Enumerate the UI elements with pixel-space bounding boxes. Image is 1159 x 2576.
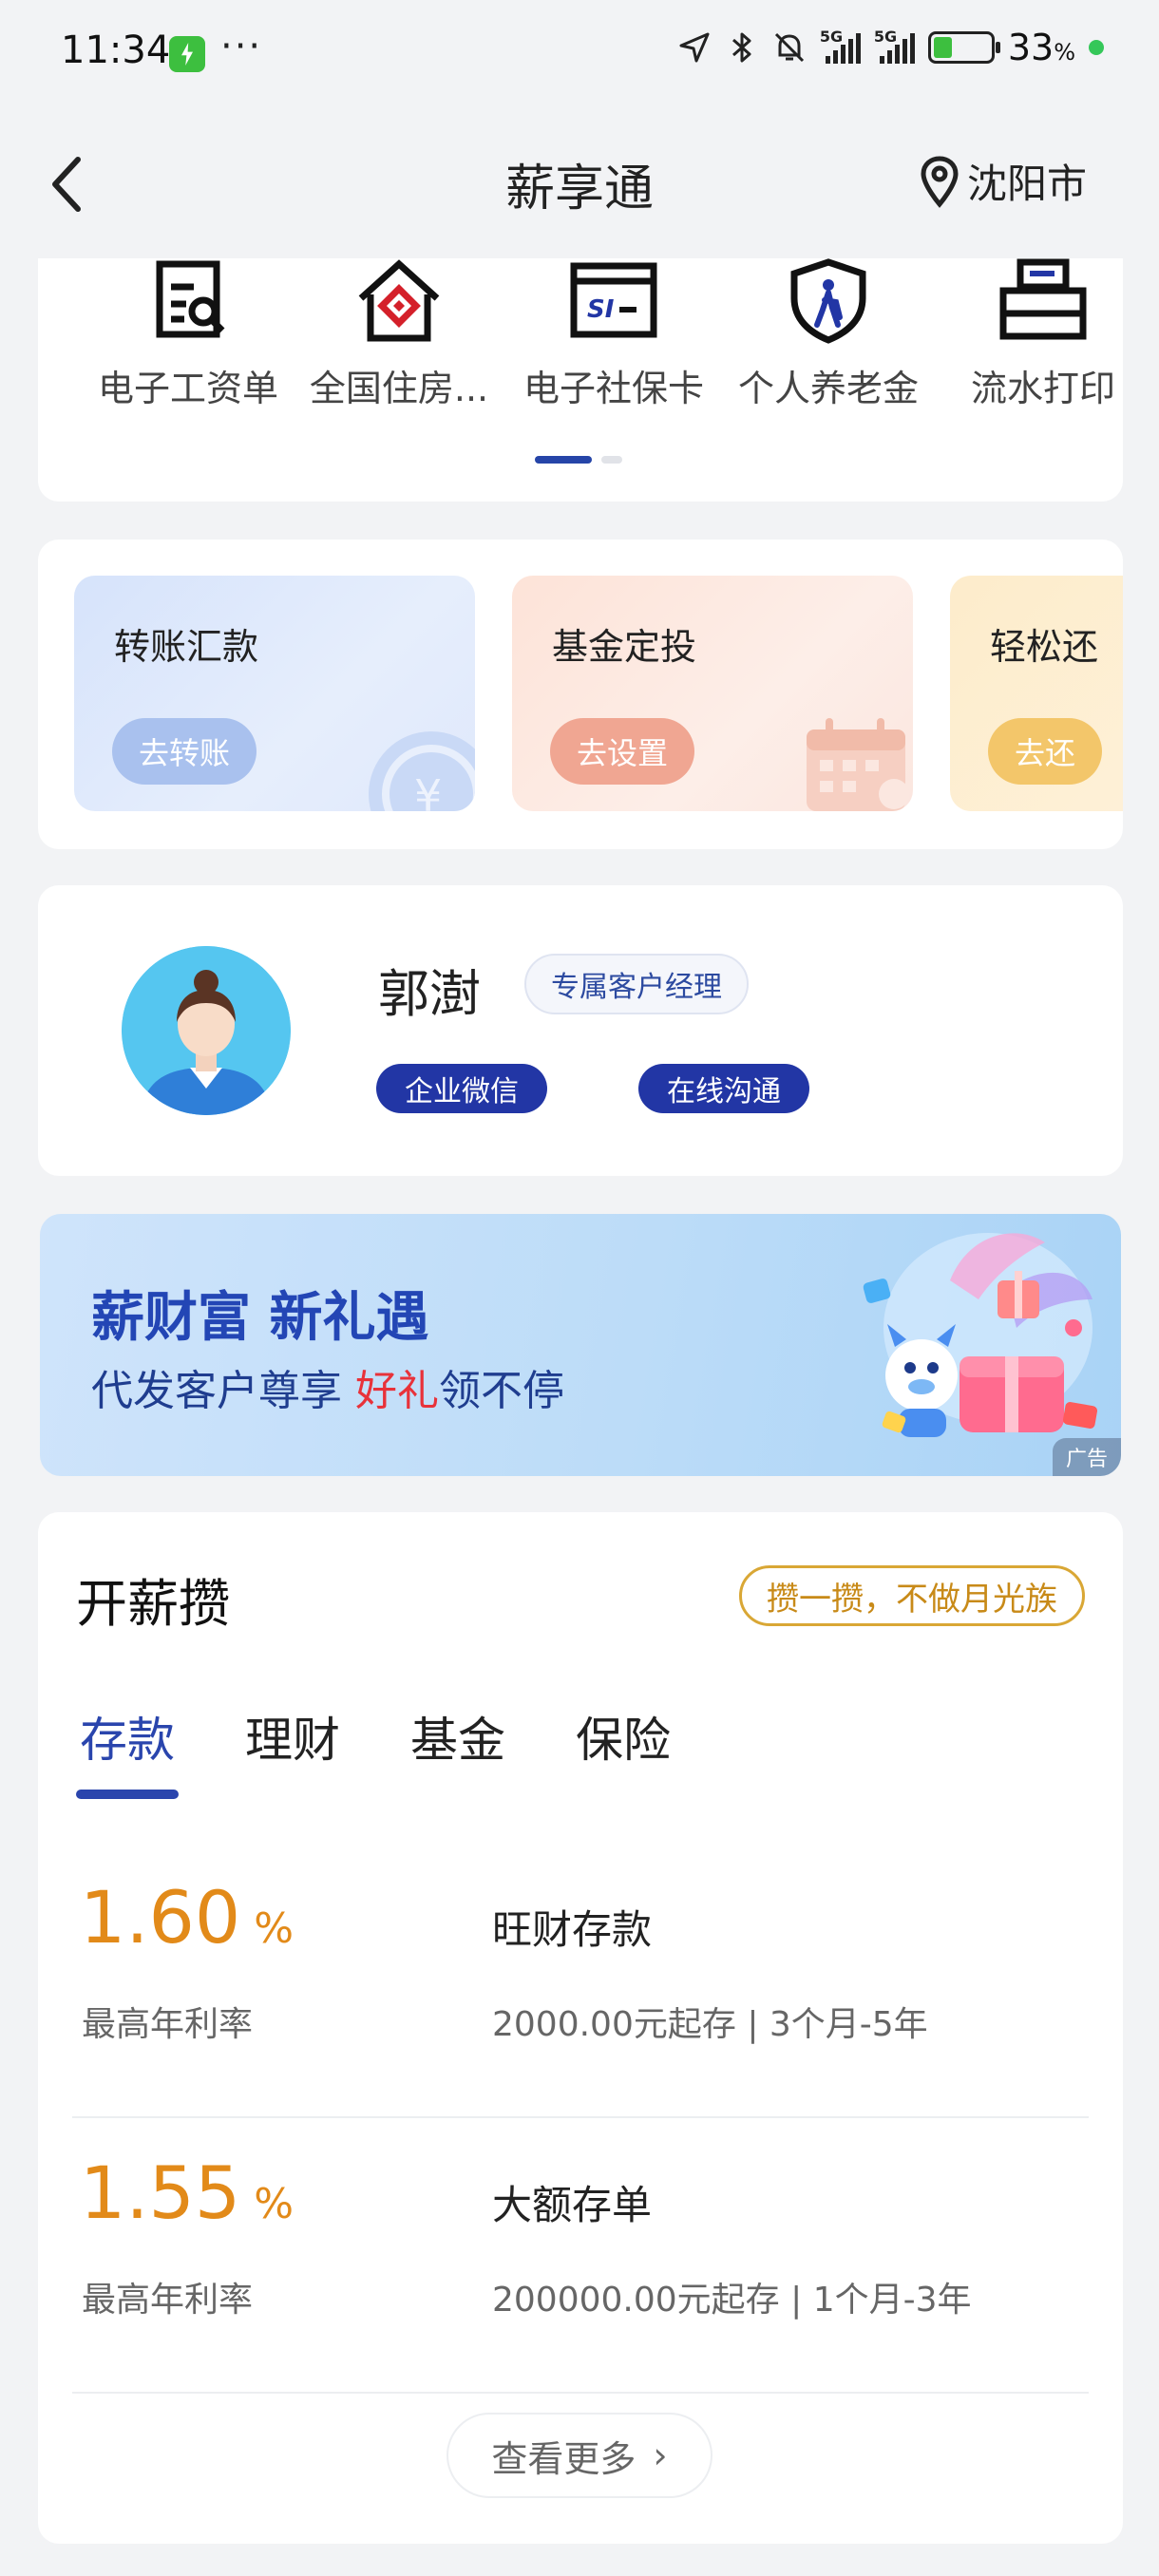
- status-icons: 5G 5G 33%: [677, 27, 1104, 68]
- product-description: 2000.00元起存 | 3个月-5年: [492, 2005, 928, 2044]
- avatar: [122, 946, 291, 1115]
- quick-actions-card: 转账汇款 去转账 ¥ 基金定投 去设置 轻松还 去还: [38, 540, 1123, 849]
- service-statement-print[interactable]: 流水打印: [939, 258, 1123, 411]
- account-manager-card: 郭澍 专属客户经理 企业微信 在线沟通: [38, 885, 1123, 1176]
- service-payslip[interactable]: 电子工资单: [84, 258, 293, 411]
- product-rate-label: 最高年利率: [82, 2005, 254, 2044]
- pager-dot: [601, 456, 622, 464]
- service-label: 流水打印: [970, 368, 1115, 409]
- service-label: 个人养老金: [737, 368, 919, 409]
- product-rate-label: 最高年利率: [82, 2281, 254, 2320]
- quick-tile-fund-plan[interactable]: 基金定投 去设置: [512, 576, 913, 811]
- product-rate: 1.60%: [80, 1875, 294, 1960]
- manager-role-badge: 专属客户经理: [524, 954, 749, 1014]
- quick-actions-scroller[interactable]: 转账汇款 去转账 ¥ 基金定投 去设置 轻松还 去还: [74, 576, 1123, 811]
- tab-fund[interactable]: 基金: [410, 1702, 505, 1771]
- quick-tile-title: 轻松还: [990, 626, 1099, 668]
- ad-label: 广告: [1052, 1438, 1121, 1476]
- online-chat-button[interactable]: 在线沟通: [638, 1064, 809, 1113]
- product-row[interactable]: 1.55% 最高年利率 大额存单 200000.00元起存 | 1个月-3年: [72, 2139, 1089, 2394]
- housing-fund-icon: [358, 259, 440, 342]
- status-overflow: ···: [220, 25, 263, 68]
- pager-dot-active: [535, 456, 592, 464]
- services-pager: [535, 456, 622, 464]
- tab-deposit[interactable]: 存款: [76, 1702, 179, 1799]
- svg-text:¥: ¥: [414, 770, 442, 811]
- map-pin-icon: [921, 155, 959, 208]
- svg-text:SI: SI: [587, 295, 615, 324]
- view-more-button[interactable]: 查看更多 ›: [446, 2413, 712, 2498]
- product-name: 大额存单: [492, 2182, 653, 2228]
- signal-icon: 5G: [874, 28, 915, 64]
- city-name: 沈阳市: [966, 161, 1087, 207]
- chevron-right-icon: ›: [653, 2434, 668, 2476]
- savings-card: 开薪攒 攒一攒，不做月光族 存款 理财 基金 保险 1.60% 最高年利率 旺财…: [38, 1512, 1123, 2544]
- product-name: 旺财存款: [492, 1906, 653, 1953]
- enterprise-wechat-button[interactable]: 企业微信: [376, 1064, 547, 1113]
- quick-tile-transfer[interactable]: 转账汇款 去转账 ¥: [74, 576, 475, 811]
- privacy-indicator-dot: [1089, 40, 1104, 55]
- signal-icon: 5G: [820, 28, 861, 64]
- go-repay-button[interactable]: 去还: [988, 718, 1103, 785]
- view-more-label: 查看更多: [491, 2437, 636, 2480]
- service-label: 全国住房...: [309, 368, 489, 409]
- charging-app-icon: [169, 36, 205, 72]
- services-row: 电子工资单 全国住房... SI 电子社保卡 个人养老金 流水打印: [38, 258, 1123, 420]
- banner-title: 薪财富 新礼遇: [91, 1287, 429, 1349]
- pension-shield-icon: [790, 258, 866, 344]
- slogan-badge: 攒一攒，不做月光族: [739, 1565, 1085, 1626]
- battery-fill: [933, 37, 952, 58]
- product-row[interactable]: 1.60% 最高年利率 旺财存款 2000.00元起存 | 3个月-5年: [72, 1864, 1089, 2118]
- tab-insurance[interactable]: 保险: [576, 1702, 671, 1771]
- calendar-icon: [807, 718, 909, 811]
- service-label: 电子社保卡: [522, 368, 704, 409]
- banner-subtitle: 代发客户尊享 好礼领不停: [91, 1367, 564, 1415]
- product-tabs: 存款 理财 基金 保险: [76, 1702, 741, 1799]
- yuan-coin-icon: ¥: [369, 731, 475, 811]
- city-selector[interactable]: 沈阳市: [918, 152, 1087, 210]
- go-transfer-button[interactable]: 去转账: [112, 718, 257, 785]
- payslip-icon: [156, 260, 225, 338]
- product-description: 200000.00元起存 | 1个月-3年: [492, 2281, 972, 2320]
- social-security-card-icon: SI: [570, 262, 657, 338]
- mute-bell-icon: [774, 32, 804, 63]
- quick-tile-repay[interactable]: 轻松还 去还: [950, 576, 1123, 811]
- battery-percent: 33%: [1007, 27, 1075, 68]
- nav-bar: 薪享通 沈阳市: [0, 112, 1159, 256]
- service-housing-fund[interactable]: 全国住房...: [294, 258, 504, 411]
- product-rate: 1.55%: [80, 2150, 294, 2235]
- status-time: 11:34: [61, 28, 171, 72]
- battery-icon: [927, 31, 1000, 64]
- promo-banner[interactable]: 薪财富 新礼遇 代发客户尊享 好礼领不停 广告: [40, 1214, 1121, 1476]
- section-title: 开薪攒: [76, 1574, 230, 1634]
- status-bar: 11:34 ··· 5G 5G 33%: [0, 0, 1159, 112]
- quick-tile-title: 基金定投: [552, 626, 697, 668]
- service-pension[interactable]: 个人养老金: [724, 258, 933, 411]
- printer-icon: [999, 258, 1087, 340]
- quick-tile-title: 转账汇款: [114, 626, 259, 668]
- tab-wealth[interactable]: 理财: [245, 1702, 340, 1771]
- location-arrow-icon: [679, 32, 710, 63]
- services-card: 电子工资单 全国住房... SI 电子社保卡 个人养老金 流水打印: [38, 258, 1123, 502]
- go-setup-button[interactable]: 去设置: [550, 718, 695, 785]
- gift-mascot-illustration: [863, 1233, 1098, 1437]
- service-label: 电子工资单: [97, 368, 278, 409]
- bluetooth-icon: [732, 32, 751, 63]
- manager-name: 郭澍: [378, 964, 481, 1024]
- service-social-security-card[interactable]: SI 电子社保卡: [509, 258, 718, 411]
- manager-avatar-icon: [122, 946, 291, 1115]
